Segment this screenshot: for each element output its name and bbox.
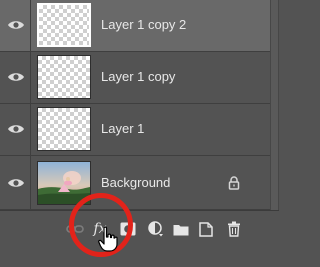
row-divider bbox=[30, 52, 31, 103]
layer-name[interactable]: Layer 1 copy bbox=[101, 69, 175, 84]
layer-row-layer-1-copy-2[interactable]: Layer 1 copy 2 bbox=[0, 0, 270, 52]
layer-thumbnail bbox=[37, 107, 91, 151]
trash-icon bbox=[228, 221, 240, 237]
layers-panel: Layer 1 copy 2 Layer 1 copy Layer 1 Back… bbox=[0, 0, 279, 267]
layer-thumbnail bbox=[37, 3, 91, 47]
row-divider bbox=[30, 0, 31, 51]
layer-row-layer-1[interactable]: Layer 1 bbox=[0, 104, 270, 156]
visibility-eye-icon[interactable] bbox=[7, 176, 25, 190]
adjustment-layer-icon bbox=[148, 221, 163, 237]
hand-pointer-cursor-icon bbox=[98, 226, 118, 252]
new-adjustment-layer-button[interactable] bbox=[145, 219, 167, 239]
layer-name[interactable]: Layer 1 copy 2 bbox=[101, 17, 186, 32]
row-divider bbox=[30, 104, 31, 155]
delete-layer-button[interactable] bbox=[223, 219, 245, 239]
lock-icon[interactable] bbox=[228, 176, 240, 190]
layer-thumbnail bbox=[37, 55, 91, 99]
new-layer-button[interactable] bbox=[195, 219, 217, 239]
row-divider bbox=[30, 156, 31, 209]
folder-icon bbox=[173, 224, 189, 235]
visibility-eye-icon[interactable] bbox=[7, 122, 25, 136]
visibility-eye-icon[interactable] bbox=[7, 18, 25, 32]
layers-scrollbar[interactable] bbox=[270, 0, 279, 210]
visibility-eye-icon[interactable] bbox=[7, 70, 25, 84]
layer-row-layer-1-copy[interactable]: Layer 1 copy bbox=[0, 52, 270, 104]
layers-bottom-toolbar: fx bbox=[0, 210, 279, 267]
layer-row-background[interactable]: Background bbox=[0, 156, 270, 210]
new-group-button[interactable] bbox=[170, 219, 192, 239]
layer-name[interactable]: Background bbox=[101, 175, 170, 190]
new-layer-icon bbox=[199, 221, 213, 237]
layer-name[interactable]: Layer 1 bbox=[101, 121, 144, 136]
scrollbar-thumb[interactable] bbox=[271, 0, 278, 210]
layers-list: Layer 1 copy 2 Layer 1 copy Layer 1 Back… bbox=[0, 0, 270, 210]
